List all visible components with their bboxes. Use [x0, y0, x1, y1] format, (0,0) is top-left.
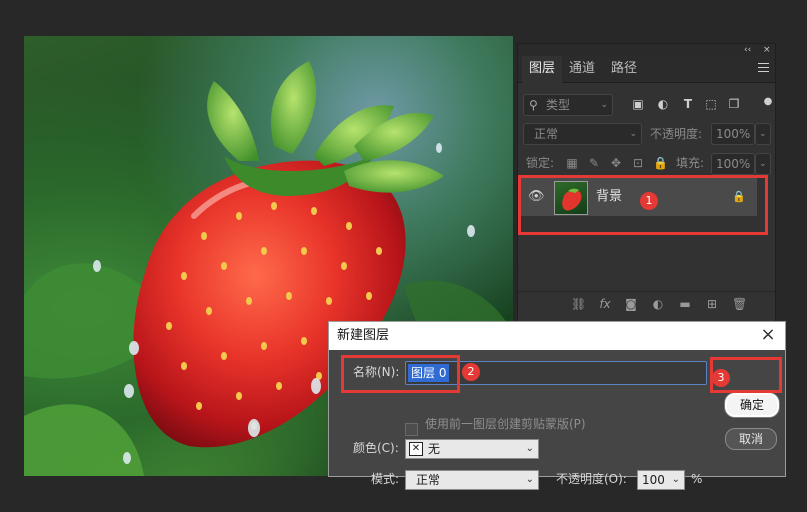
color-value: 无: [428, 442, 441, 456]
collapse-panel-icon[interactable]: ‹‹: [744, 44, 751, 56]
opacity-label: 不透明度:: [650, 127, 703, 141]
ok-button[interactable]: 确定: [725, 393, 779, 417]
dialog-opacity-value: 100: [642, 473, 665, 487]
panel-topbar: ‹‹ ×: [518, 44, 775, 56]
tab-channels[interactable]: 通道: [562, 56, 602, 82]
search-icon: ⚲: [529, 98, 538, 112]
chevron-down-icon: ⌄: [525, 474, 534, 485]
link-layers-icon[interactable]: ⛓: [571, 297, 586, 311]
type-filter-icon[interactable]: T: [681, 97, 695, 111]
fill-label: 填充:: [676, 156, 705, 170]
blend-mode-label: 正常: [534, 127, 559, 141]
no-color-swatch-icon: ✕: [409, 442, 423, 456]
clip-mask-label: 使用前一图层创建剪贴蒙版(P): [425, 417, 586, 431]
lock-all-icon[interactable]: 🔒: [653, 156, 668, 170]
close-panel-icon[interactable]: ×: [763, 44, 771, 56]
filter-label: 类型: [546, 98, 571, 112]
color-label: 颜色(C):: [353, 441, 399, 455]
dialog-opacity-label: 不透明度(O):: [556, 472, 627, 486]
close-icon[interactable]: ×: [759, 326, 777, 344]
mask-icon[interactable]: ◙: [624, 297, 638, 311]
mode-label: 模式:: [371, 472, 400, 486]
color-select[interactable]: ✕ 无 ⌄: [405, 439, 539, 459]
annotation-marker-2: 2: [462, 363, 480, 381]
lock-label: 锁定:: [526, 156, 555, 170]
mode-select[interactable]: 正常 ⌄: [405, 470, 539, 490]
tab-layers[interactable]: 图层: [522, 56, 563, 84]
fill-input[interactable]: 100%: [711, 153, 755, 175]
fx-icon[interactable]: fx: [598, 297, 612, 311]
layer-filter-select[interactable]: ⚲ 类型 ⌄: [523, 94, 613, 116]
opacity-input[interactable]: 100%: [711, 123, 755, 145]
chevron-down-icon: ⌄: [600, 100, 608, 110]
dialog-title: 新建图层: [337, 328, 390, 343]
opacity-dropdown[interactable]: ⌄: [755, 123, 771, 145]
chevron-down-icon: ⌄: [525, 443, 534, 454]
blend-mode-select[interactable]: 正常 ⌄: [523, 123, 642, 145]
pixel-filter-icon[interactable]: ▣: [631, 97, 645, 111]
dialog-titlebar: 新建图层 ×: [329, 322, 785, 350]
filter-toggle-icon[interactable]: ●: [761, 95, 775, 109]
dialog-opacity-input[interactable]: 100 ⌄: [637, 470, 685, 490]
annotation-marker-3: 3: [712, 369, 730, 387]
chevron-down-icon: ⌄: [759, 129, 767, 139]
chevron-down-icon: ⌄: [671, 474, 680, 485]
panel-menu-icon[interactable]: [758, 63, 769, 72]
panel-tabs: 图层 通道 路径: [518, 56, 775, 84]
new-layer-icon[interactable]: ⊞: [705, 297, 719, 311]
mode-value: 正常: [416, 473, 441, 487]
cancel-button[interactable]: 取消: [725, 428, 777, 450]
tab-paths[interactable]: 路径: [604, 56, 644, 82]
new-layer-dialog: 新建图层 × 名称(N): 图层 0 使用前一图层创建剪贴蒙版(P) 颜色(C)…: [328, 321, 786, 490]
annotation-box-name: [341, 355, 460, 393]
lock-image-icon[interactable]: ✎: [587, 156, 601, 170]
shape-filter-icon[interactable]: ⬚: [704, 97, 718, 111]
clip-mask-checkbox[interactable]: [405, 423, 418, 436]
panel-bottom-toolbar: ⛓ fx ◙ ◐ ▬ ⊞ 🗑: [518, 291, 775, 316]
adjustment-layer-icon[interactable]: ◐: [651, 297, 665, 311]
lock-position-icon[interactable]: ✥: [609, 156, 623, 170]
chevron-down-icon: ⌄: [629, 129, 637, 139]
adjustment-filter-icon[interactable]: ◐: [656, 97, 670, 111]
annotation-marker-1: 1: [640, 192, 658, 210]
trash-icon[interactable]: 🗑: [732, 297, 747, 311]
smart-object-filter-icon[interactable]: ❐: [727, 97, 741, 111]
opacity-unit: %: [691, 472, 703, 486]
fill-dropdown[interactable]: ⌄: [755, 153, 771, 175]
folder-icon[interactable]: ▬: [678, 297, 692, 311]
lock-artboard-icon[interactable]: ⊡: [631, 156, 645, 170]
chevron-down-icon: ⌄: [759, 159, 767, 169]
lock-transparent-icon[interactable]: ▦: [565, 156, 579, 170]
